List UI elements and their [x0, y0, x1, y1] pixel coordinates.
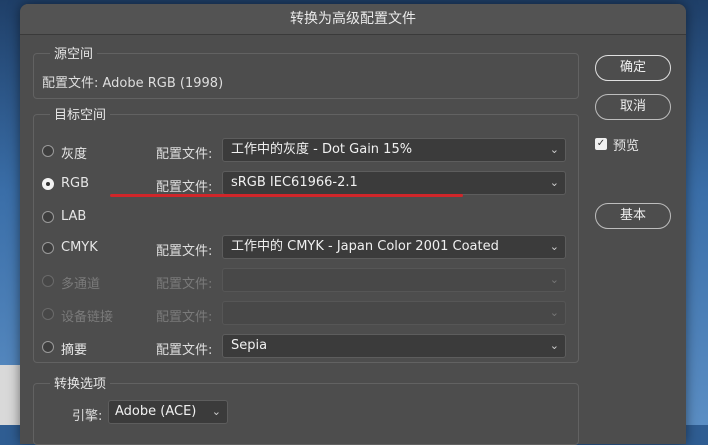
- dest-row-abstract: 摘要 配置文件: Sepia ⌄: [34, 334, 578, 362]
- profile-label-device-link: 配置文件:: [156, 310, 213, 325]
- destination-space-group: 目标空间 灰度 配置文件: 工作中的灰度 - Dot Gain 15% ⌄ RG…: [33, 104, 579, 363]
- profile-label-rgb: 配置文件:: [156, 180, 213, 195]
- profile-select-gray-value: 工作中的灰度 - Dot Gain 15%: [231, 142, 413, 157]
- chevron-down-icon: ⌄: [549, 306, 559, 319]
- label-rgb: RGB: [61, 176, 90, 191]
- label-gray: 灰度: [61, 147, 88, 162]
- dest-row-lab: LAB: [34, 204, 578, 232]
- dest-row-device-link: 设备链接 配置文件: ⌄: [34, 301, 578, 329]
- engine-label: 引擎:: [72, 409, 103, 424]
- profile-label-multichannel: 配置文件:: [156, 277, 213, 292]
- label-lab: LAB: [61, 209, 87, 224]
- chevron-down-icon: ⌄: [549, 143, 559, 156]
- profile-label-gray: 配置文件:: [156, 147, 213, 162]
- chevron-down-icon: ⌄: [549, 273, 559, 286]
- convert-profile-dialog: 转换为高级配置文件 源空间 配置文件: Adobe RGB (1998) 目标空…: [20, 4, 686, 445]
- dest-row-cmyk: CMYK 配置文件: 工作中的 CMYK - Japan Color 2001 …: [34, 235, 578, 263]
- radio-gray[interactable]: [42, 145, 54, 157]
- profile-select-cmyk-value: 工作中的 CMYK - Japan Color 2001 Coated: [231, 239, 499, 254]
- dest-row-multichannel: 多通道 配置文件: ⌄: [34, 268, 578, 296]
- label-cmyk: CMYK: [61, 240, 98, 255]
- preview-label: 预览: [613, 139, 640, 154]
- profile-select-device-link: ⌄: [222, 301, 566, 325]
- chevron-down-icon: ⌄: [549, 339, 559, 352]
- engine-select-value: Adobe (ACE): [115, 404, 197, 419]
- chevron-down-icon: ⌄: [211, 405, 221, 418]
- radio-cmyk[interactable]: [42, 242, 54, 254]
- radio-rgb[interactable]: [42, 178, 54, 190]
- engine-select[interactable]: Adobe (ACE) ⌄: [108, 400, 228, 424]
- radio-multichannel: [42, 275, 54, 287]
- profile-select-gray[interactable]: 工作中的灰度 - Dot Gain 15% ⌄: [222, 138, 566, 162]
- profile-select-cmyk[interactable]: 工作中的 CMYK - Japan Color 2001 Coated ⌄: [222, 235, 566, 259]
- ok-button[interactable]: 确定: [595, 55, 671, 81]
- label-device-link: 设备链接: [61, 310, 114, 325]
- profile-select-rgb-value: sRGB IEC61966-2.1: [231, 175, 358, 190]
- basic-button[interactable]: 基本: [595, 203, 671, 229]
- radio-abstract[interactable]: [42, 341, 54, 353]
- red-annotation-underline: [110, 194, 463, 197]
- profile-select-rgb[interactable]: sRGB IEC61966-2.1 ⌄: [222, 171, 566, 195]
- source-space-title: 源空间: [50, 43, 98, 62]
- dest-row-gray: 灰度 配置文件: 工作中的灰度 - Dot Gain 15% ⌄: [34, 138, 578, 166]
- conversion-options-title: 转换选项: [50, 373, 111, 392]
- radio-lab[interactable]: [42, 211, 54, 223]
- label-multichannel: 多通道: [61, 277, 101, 292]
- profile-select-abstract-value: Sepia: [231, 338, 268, 353]
- chevron-down-icon: ⌄: [549, 240, 559, 253]
- profile-select-abstract[interactable]: Sepia ⌄: [222, 334, 566, 358]
- profile-label-abstract: 配置文件:: [156, 343, 213, 358]
- label-abstract: 摘要: [61, 343, 88, 358]
- profile-label-cmyk: 配置文件:: [156, 244, 213, 259]
- preview-checkbox[interactable]: ✓: [595, 138, 607, 150]
- chevron-down-icon: ⌄: [549, 176, 559, 189]
- radio-device-link: [42, 308, 54, 320]
- cancel-button[interactable]: 取消: [595, 94, 671, 120]
- source-space-group: 源空间 配置文件: Adobe RGB (1998): [33, 43, 579, 99]
- conversion-options-group: 转换选项 引擎: Adobe (ACE) ⌄: [33, 373, 579, 445]
- profile-select-multichannel: ⌄: [222, 268, 566, 292]
- destination-space-title: 目标空间: [50, 104, 111, 123]
- dialog-title: 转换为高级配置文件: [20, 4, 686, 35]
- source-profile-text: 配置文件: Adobe RGB (1998): [42, 76, 224, 91]
